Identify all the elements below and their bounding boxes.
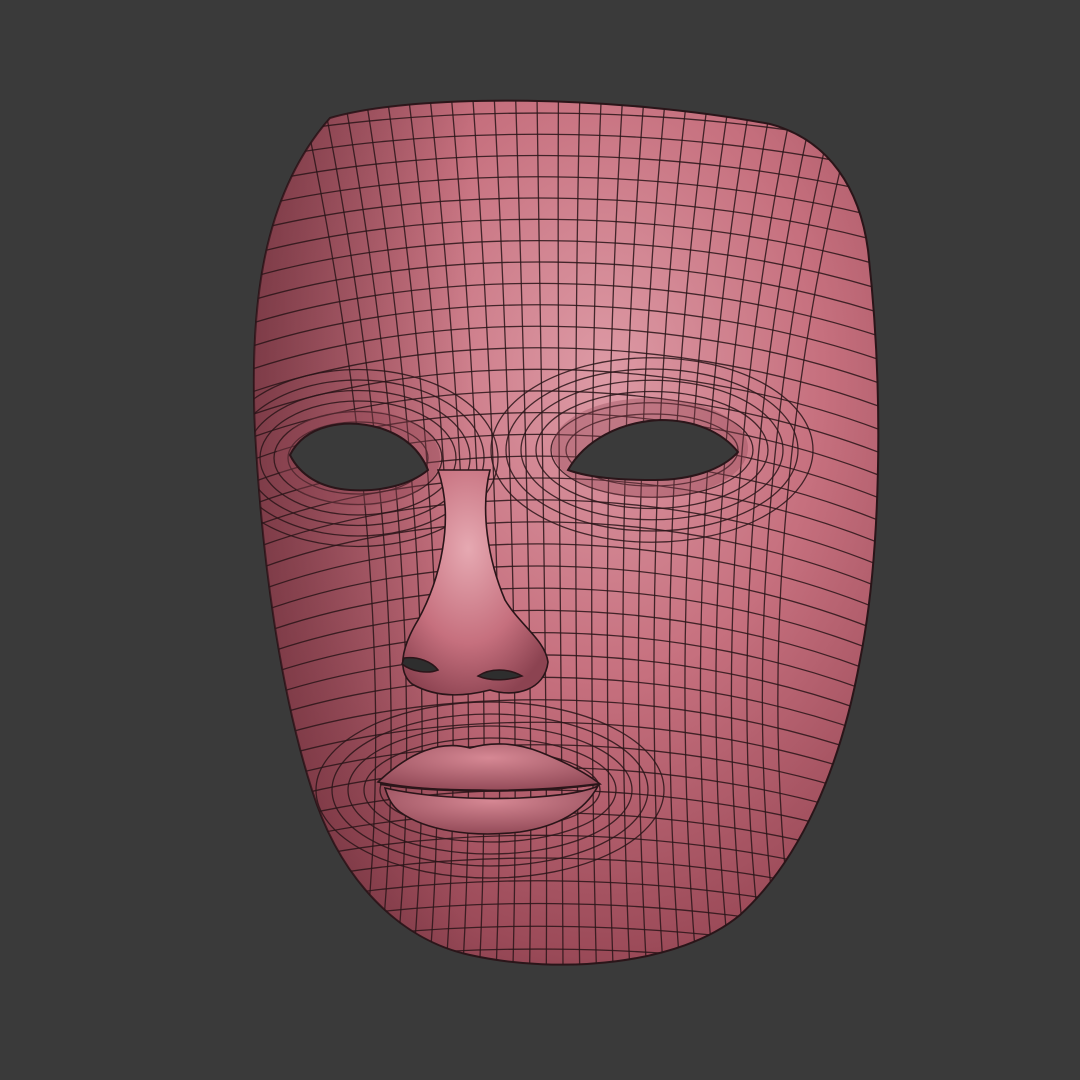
- viewport-3d[interactable]: [0, 0, 1080, 1080]
- scene-canvas: [218, 90, 900, 1005]
- mask-model[interactable]: [218, 90, 900, 1005]
- wire-line-horizontal: [230, 972, 900, 1005]
